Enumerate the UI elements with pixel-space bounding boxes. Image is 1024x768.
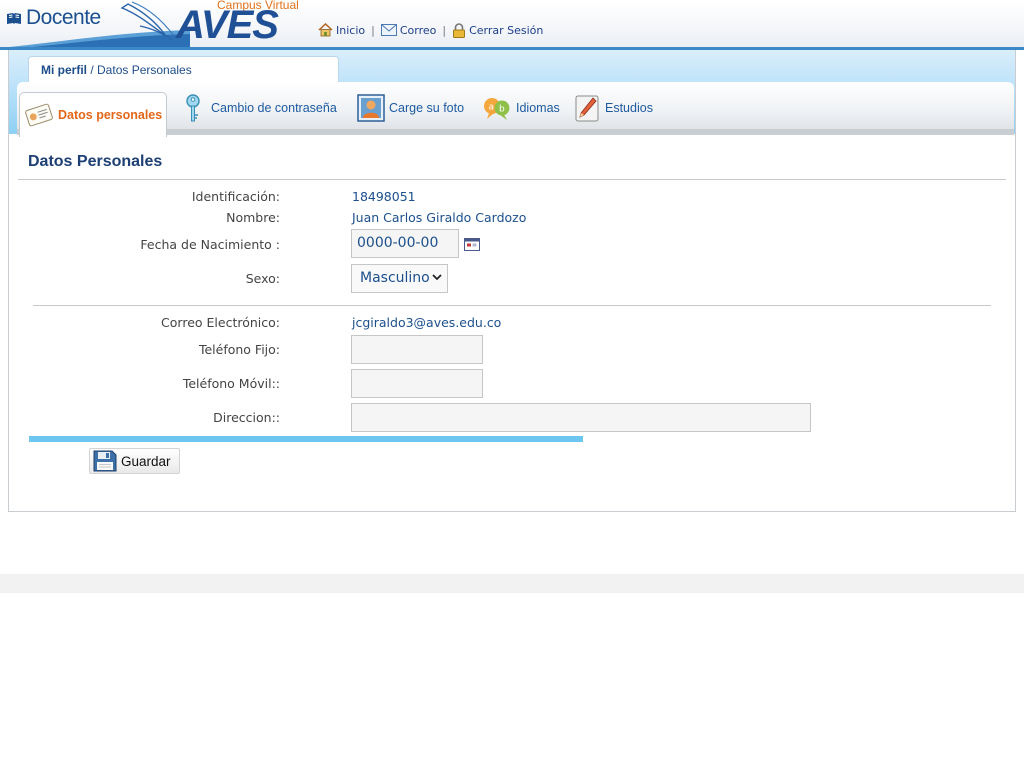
- nombre-value: Juan Carlos Giraldo Cardozo: [352, 210, 527, 225]
- mail-icon: [380, 24, 397, 36]
- breadcrumb-root[interactable]: Mi perfil: [41, 63, 87, 77]
- brand: Docente: [6, 6, 101, 30]
- fecha-nacimiento-label: Fecha de Nacimiento :: [140, 237, 280, 252]
- tab-idiomas-label: Idiomas: [516, 101, 560, 115]
- progress-bar: [29, 436, 583, 442]
- aves-logo-text: AVES: [176, 3, 279, 47]
- sexo-label: Sexo:: [245, 271, 280, 286]
- link-separator: |: [442, 23, 447, 37]
- tab-cambio-contrasena-label: Cambio de contraseña: [211, 101, 337, 115]
- floppy-disk-icon: [93, 450, 117, 472]
- inicio-link[interactable]: Inicio: [318, 23, 365, 37]
- cerrar-sesion-label: Cerrar Sesión: [469, 23, 544, 37]
- id-card-icon: [25, 103, 53, 127]
- main-panel: Mi perfil / Datos Personales Datos perso…: [8, 50, 1016, 512]
- section-divider: [18, 179, 1006, 180]
- breadcrumb: Mi perfil / Datos Personales: [28, 56, 339, 82]
- guardar-button[interactable]: Guardar: [89, 448, 180, 474]
- identificacion-value: 18498051: [352, 189, 416, 204]
- pencil-icon: [575, 95, 599, 122]
- direccion-input[interactable]: [351, 403, 811, 432]
- tab-estudios-label: Estudios: [605, 101, 653, 115]
- top-header: Docente Campus Virtual AVES Inicio | Cor…: [0, 0, 1024, 50]
- correo-link[interactable]: Correo: [380, 23, 437, 37]
- tab-estudios[interactable]: Estudios: [575, 90, 653, 126]
- key-icon: [186, 94, 200, 122]
- telefono-fijo-label: Teléfono Fijo:: [198, 342, 280, 357]
- tab-datos-personales[interactable]: Datos personales: [19, 92, 168, 137]
- sexo-selected: Masculino: [360, 270, 430, 286]
- footer-bar: [0, 574, 1024, 593]
- svg-text:b: b: [499, 105, 505, 115]
- nombre-label: Nombre:: [226, 210, 280, 225]
- tab-datos-personales-label: Datos personales: [58, 108, 163, 122]
- inicio-label: Inicio: [336, 23, 366, 37]
- correo-label: Correo: [399, 23, 437, 37]
- fecha-nacimiento-input[interactable]: 0000-00-00: [351, 229, 459, 258]
- calendar-icon[interactable]: [464, 238, 480, 251]
- breadcrumb-current: / Datos Personales: [87, 63, 192, 77]
- tab-idiomas[interactable]: a b Idiomas: [482, 90, 560, 126]
- brand-title: Docente: [26, 6, 101, 29]
- sexo-select[interactable]: Masculino: [351, 264, 448, 293]
- cerrar-sesion-link[interactable]: Cerrar Sesión: [452, 22, 544, 38]
- chevron-down-icon: [432, 274, 442, 281]
- tab-cambio-contrasena[interactable]: Cambio de contraseña: [183, 90, 337, 126]
- correo-electronico-value: jcgiraldo3@aves.edu.co: [352, 315, 502, 330]
- section-title: Datos Personales: [28, 153, 163, 170]
- book-icon: [7, 12, 21, 24]
- telefono-fijo-input[interactable]: [351, 335, 483, 364]
- svg-text:a: a: [489, 103, 495, 113]
- lock-icon: [453, 22, 466, 38]
- top-links: Inicio | Correo | Cerrar Sesión: [318, 21, 543, 39]
- telefono-movil-input[interactable]: [351, 369, 483, 398]
- user-photo-icon: [357, 94, 385, 122]
- languages-icon: a b: [484, 98, 510, 120]
- tab-carge-foto-label: Carge su foto: [389, 101, 465, 115]
- telefono-movil-label: Teléfono Móvil::: [182, 376, 280, 391]
- guardar-label: Guardar: [121, 453, 171, 469]
- direccion-label: Direccion::: [213, 410, 280, 425]
- home-icon: [318, 23, 333, 37]
- identificacion-label: Identificación:: [191, 189, 280, 204]
- link-separator: |: [371, 23, 375, 37]
- section-divider: [33, 305, 991, 306]
- tab-carge-foto[interactable]: Carge su foto: [357, 90, 464, 126]
- correo-electronico-label: Correo Electrónico:: [161, 315, 280, 330]
